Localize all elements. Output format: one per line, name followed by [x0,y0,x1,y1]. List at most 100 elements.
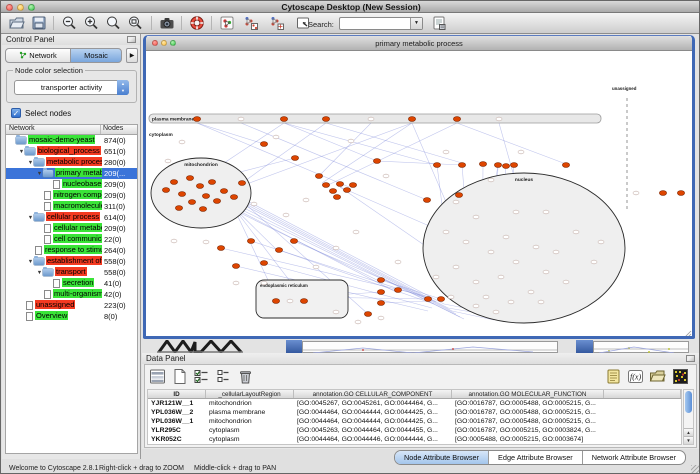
attribute-editor-icon[interactable] [605,368,624,386]
network-view-window: primary metabolic process plasma membran… [143,35,695,339]
tab-overflow-button[interactable]: ▶ [126,48,138,63]
vizmapper-icon[interactable] [219,15,236,32]
delete-attribute-trash-icon[interactable] [237,368,256,386]
tree-row[interactable]: response to stimulu264(0) [6,245,137,256]
select-nodes-row: ✓ Select nodes [11,108,71,119]
tree-row[interactable]: ▼biological_process651(0) [6,146,137,157]
resize-grip[interactable] [691,465,700,474]
table-row[interactable]: YLR295Ccytoplasm[GO:0045263, GO:0044464,… [148,426,681,435]
first-neighbors-icon[interactable] [243,15,260,32]
scroll-down-icon[interactable]: ▼ [684,436,693,444]
network-label: multi-organism pro [53,289,102,298]
column-nodes[interactable]: Nodes [101,125,137,134]
column-header[interactable]: annotation.GO CELLULAR_COMPONENT [294,390,452,398]
select-nodes-checkbox[interactable]: ✓ [11,108,21,118]
table-cell: mitochondrion [206,444,294,445]
table-scrollbar[interactable]: ▲ ▼ [683,389,694,445]
select-attributes-icon[interactable] [193,368,212,386]
column-network[interactable]: Network [6,125,101,134]
table-cell: YPL036W__1 [148,418,206,425]
search-combobox[interactable]: ▼ [339,17,423,30]
column-header[interactable] [604,390,681,398]
tree-row[interactable]: multi-organism pro42(0) [6,289,137,300]
column-header[interactable]: annotation.GO MOLECULAR_FUNCTION [452,390,604,398]
background-window-fragments [141,340,700,353]
tree-row[interactable]: ▼transport558(0) [6,267,137,278]
table-cell: YJR121W__1 [148,400,206,407]
unselect-attributes-icon[interactable] [215,368,234,386]
scroll-up-icon[interactable]: ▲ [684,428,693,436]
attribute-table-header: ID_cellularLayoutRegionannotation.GO CEL… [148,390,681,399]
svg-text:mitochondrion: mitochondrion [184,162,218,168]
save-session-icon[interactable] [31,15,48,32]
svg-text:nucleus: nucleus [515,177,533,183]
network-label: biological_process [37,146,101,155]
search-input[interactable] [341,18,409,29]
disclosure-triangle-icon[interactable]: ▼ [36,171,43,177]
tree-row[interactable]: ▼metabolic process280(0) [6,157,137,168]
disclosure-triangle-icon[interactable]: ▼ [27,160,34,166]
table-row[interactable]: YPL036W__2plasma membrane[GO:0044464, GO… [148,408,681,417]
tree-row[interactable]: nucleobase-209(0) [6,179,137,190]
data-panel-content: f(x) ID_cellularLayoutRegionannotation.G… [144,364,697,448]
search-dropdown-arrow-icon[interactable]: ▼ [410,18,422,29]
status-message: Middle-click + drag to PAN [194,465,276,472]
column-header[interactable]: ID [148,390,206,398]
table-row[interactable]: YJR121W__1mitochondrion[GO:0045267, GO:0… [148,399,681,408]
node-count: 264(0) [102,246,137,255]
search-options-icon[interactable] [431,15,448,32]
tree-row[interactable]: mosaic-demo-yeast874(0) [6,135,137,146]
background-window-corner[interactable] [286,340,302,353]
function-builder-icon[interactable]: f(x) [627,368,646,386]
tree-row[interactable]: cellular metabo209(0) [6,223,137,234]
tree-row[interactable]: ▼establishment of lo558(0) [6,256,137,267]
table-cell: mitochondrion [206,418,294,425]
zoom-out-icon[interactable] [61,15,78,32]
tree-row[interactable]: ▼primary metabo209(... [6,168,137,179]
expand-network-icon[interactable] [269,15,286,32]
table-cell: YDR039C__1 [148,444,206,445]
zoom-selected-region-icon[interactable] [105,15,122,32]
snapshot-camera-icon[interactable] [159,15,176,32]
zoom-fit-icon[interactable] [127,15,144,32]
tree-row[interactable]: nitrogen compo209(0) [6,190,137,201]
node-count: 311(0) [102,202,137,211]
table-cell: YLR295C [148,427,206,434]
tab-network[interactable]: Network [5,48,71,63]
column-header[interactable]: _cellularLayoutRegion [206,390,294,398]
open-session-icon[interactable] [9,15,26,32]
attribute-matrix-icon[interactable] [672,368,691,386]
tree-row[interactable]: Overview8(0) [6,311,137,322]
tab-mosaic[interactable]: Mosaic [70,48,122,63]
background-window-corner[interactable] [576,340,593,353]
select-all-attributes-icon[interactable] [149,368,168,386]
table-row[interactable]: YDR039C__1mitochondrion[GO:0044464, GO:0… [148,443,681,445]
network-window-titlebar[interactable]: primary metabolic process [146,36,692,51]
tree-row[interactable]: cell communicat22(0) [6,234,137,245]
disclosure-triangle-icon[interactable]: ▼ [27,259,34,265]
disclosure-triangle-icon[interactable]: ▼ [36,270,43,276]
tree-row[interactable]: secretion41(0) [6,278,137,289]
float-panel-icon[interactable] [686,355,695,362]
node-color-dropdown[interactable]: transporter activity ▲▼ [14,80,129,95]
node-count: 209(0) [102,224,137,233]
create-new-attribute-icon[interactable] [171,368,190,386]
help-lifering-icon[interactable] [189,15,206,32]
table-row[interactable]: YPL036W__1mitochondrion[GO:0044464, GO:0… [148,417,681,426]
network-canvas[interactable]: plasma membranecytoplasmmitochondrionnuc… [146,52,692,336]
background-window-fragment[interactable] [302,341,558,353]
zoom-in-icon[interactable] [83,15,100,32]
dropdown-stepper-icon[interactable]: ▲▼ [117,80,129,95]
background-window-fragment[interactable] [593,341,689,353]
scrollbar-thumb[interactable] [685,391,692,413]
network-label: cellular process [46,212,100,221]
node-count: 223(0) [102,301,137,310]
float-panel-icon[interactable] [127,36,136,43]
import-attributes-folder-icon[interactable] [649,368,668,386]
disclosure-triangle-icon[interactable]: ▼ [27,215,34,221]
tree-row[interactable]: macromolecule311(0) [6,201,137,212]
table-row[interactable]: YKR052Ccytoplasm[GO:0044464, GO:0044446,… [148,435,681,444]
tree-row[interactable]: unassigned223(0) [6,300,137,311]
tree-row[interactable]: ▼cellular process614(0) [6,212,137,223]
disclosure-triangle-icon[interactable]: ▼ [18,149,25,155]
